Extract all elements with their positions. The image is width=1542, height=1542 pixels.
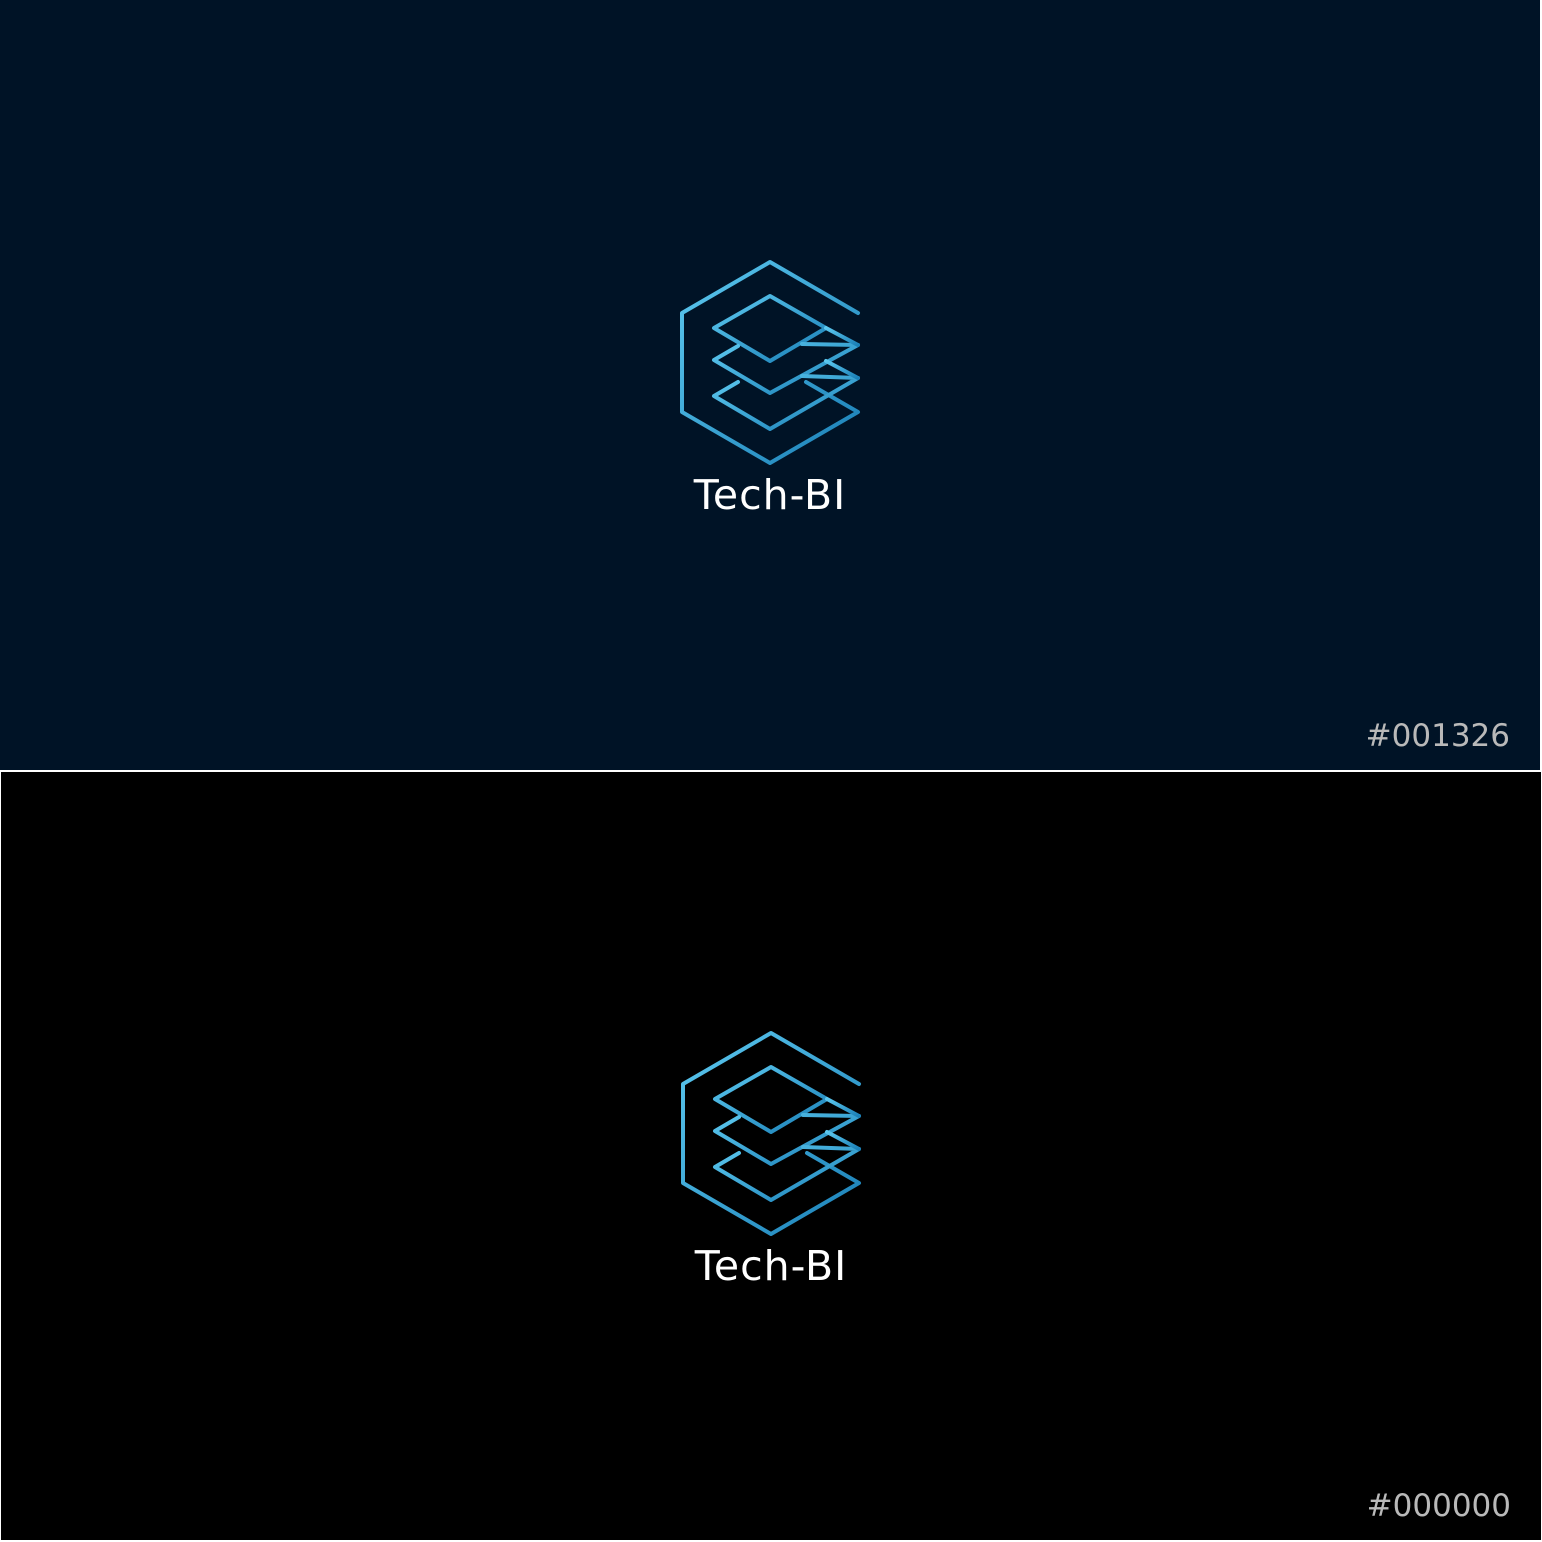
brand-wordmark: Tech-BI <box>694 1242 848 1290</box>
color-swatch-label: #001326 <box>1365 718 1510 754</box>
black-panel: Tech-BI #000000 <box>1 772 1541 1540</box>
dark-navy-panel: Tech-BI #001326 <box>0 0 1540 770</box>
brand-wordmark: Tech-BI <box>693 471 847 519</box>
layered-hexagon-logo-icon <box>680 260 860 465</box>
layered-hexagon-logo-icon <box>681 1031 861 1236</box>
color-swatch-label: #000000 <box>1366 1488 1511 1524</box>
